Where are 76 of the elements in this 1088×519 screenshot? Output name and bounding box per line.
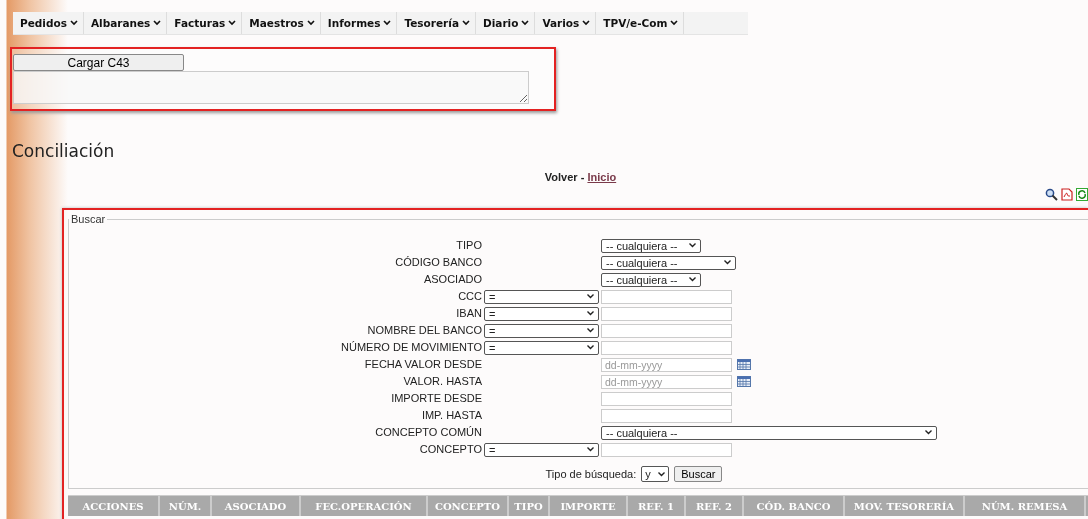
caret-icon [658,471,666,477]
field-label: IBAN [455,306,483,321]
operator-dropdown[interactable]: = [484,306,599,321]
operator-dropdown[interactable]: = [484,442,599,457]
chevron-icon [670,20,679,26]
dropdown[interactable]: -- cualquiera -- [601,238,701,253]
caret-icon [587,447,594,452]
search-button[interactable]: Buscar [674,466,723,482]
chevron-icon [306,20,315,26]
dropdown[interactable]: -- cualquiera -- [601,425,937,440]
back-label: Volver - [544,171,585,183]
column-header: TIPO [509,496,550,516]
field-label: NOMBRE DEL BANCO [366,323,483,338]
chevron-icon [153,20,162,26]
input-field[interactable] [601,408,732,423]
field-label: TIPO [455,238,483,253]
caret-icon [689,277,696,282]
operator-dropdown[interactable]: = [484,340,599,355]
pdf-icon[interactable] [1061,188,1073,201]
operator-dropdown[interactable]: = [484,323,599,338]
upload-button[interactable]: Cargar C43 [13,54,184,71]
column-header: ACCIONES [68,496,160,516]
input-field[interactable] [601,323,732,338]
chevron-icon [383,20,392,26]
input-field[interactable] [601,289,732,304]
field-label: FECHA VALOR DESDE [363,357,483,372]
chevron-icon [69,20,78,26]
column-header: MOV. TESORERÍA [845,496,965,516]
caret-icon [587,345,594,350]
input-field[interactable] [601,442,732,457]
dropdown[interactable]: -- cualquiera -- [601,272,701,287]
field-label: ASOCIADO [422,272,483,287]
caret-icon [587,294,594,299]
chevron-icon [521,20,530,26]
input-field[interactable] [601,340,732,355]
column-header: ASOCIADO [212,496,301,516]
calendar-icon[interactable] [737,376,751,387]
caret-icon [689,243,696,248]
refresh-icon[interactable] [1076,188,1088,201]
caret-icon [724,260,731,265]
input-field[interactable] [601,391,732,406]
field-label: CONCEPTO COMÚN [374,425,483,440]
operator-dropdown[interactable]: = [484,289,599,304]
column-header: FEC.OPERACIÓN [301,496,428,516]
field-label: VALOR. HASTA [402,374,483,389]
page-title: Conciliación [12,141,116,161]
text-area[interactable] [13,71,529,104]
chevron-icon [582,20,591,26]
home-link[interactable]: Inicio [587,171,617,183]
column-header: NÚM. [160,496,212,516]
chevron-icon [462,20,470,26]
field-label: NÚMERO DE MOVIMIENTO [340,340,483,355]
search-icon[interactable] [1045,188,1058,201]
date-field[interactable]: dd-mm-yyyy [601,357,732,372]
field-label: CCC [457,289,483,304]
column-header: IMPORTE [550,496,628,516]
search-mode-dropdown[interactable]: y [641,466,670,482]
column-header: NÚM. REMESA [965,496,1086,516]
chevron-icon [228,20,237,26]
field-label: IMPORTE DESDE [390,391,483,406]
column-header: REF. 2 [686,496,744,516]
column-header: REF. 1 [628,496,686,516]
field-label: CONCEPTO [418,442,483,457]
caret-icon [587,328,594,333]
caret-icon [587,311,594,316]
date-field[interactable]: dd-mm-yyyy [601,374,732,389]
column-header: CÓD. BANCO [744,496,845,516]
column-header: CONCEPTO [428,496,509,516]
dropdown[interactable]: -- cualquiera -- [601,255,736,270]
field-label: IMP. HASTA [420,408,483,423]
search-mode-label: Tipo de búsqueda: [545,468,637,480]
calendar-icon[interactable] [737,359,751,370]
fieldset-legend: Buscar [69,213,108,225]
field-label: CÓDIGO BANCO [394,255,483,270]
caret-icon [925,430,932,435]
input-field[interactable] [601,306,732,321]
